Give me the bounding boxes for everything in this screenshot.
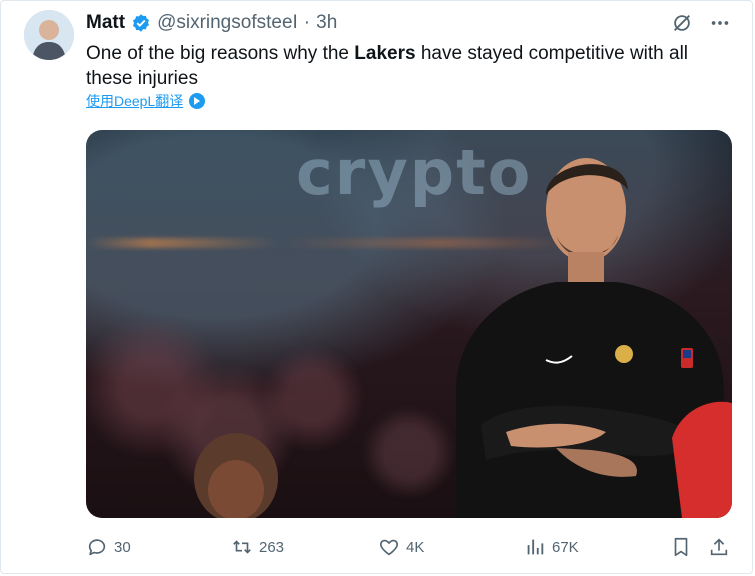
separator-dot: · xyxy=(303,12,311,33)
author-name[interactable]: Matt xyxy=(86,12,125,34)
repost-icon xyxy=(233,540,251,554)
views-button[interactable]: 67K xyxy=(524,536,579,558)
more-icon[interactable] xyxy=(709,12,731,39)
reply-count: 30 xyxy=(114,538,131,556)
author-handle[interactable]: @sixringsofsteeI xyxy=(157,12,298,34)
deepl-icon xyxy=(189,93,206,109)
post-media-image[interactable]: crypto xyxy=(86,130,732,518)
avatar[interactable] xyxy=(24,10,74,60)
post-text-before: One of the big reasons why the xyxy=(86,43,355,64)
post-top-icons xyxy=(671,12,731,39)
post-actions: 30 263 4K 67K xyxy=(86,536,736,560)
like-button[interactable]: 4K xyxy=(378,536,424,558)
share-icon xyxy=(710,538,728,556)
translate-label[interactable]: 使用DeepL翻译 xyxy=(86,91,183,111)
reply-button[interactable]: 30 xyxy=(86,536,131,558)
bookmark-button[interactable] xyxy=(670,536,692,558)
share-button[interactable] xyxy=(708,536,730,558)
post-text-bold: Lakers xyxy=(354,43,416,64)
verified-badge-icon xyxy=(131,13,151,33)
repost-count: 263 xyxy=(259,538,285,556)
like-icon xyxy=(380,539,398,556)
translate-link[interactable]: 使用DeepL翻译 xyxy=(86,91,206,111)
like-count: 4K xyxy=(406,538,425,556)
views-count: 67K xyxy=(552,538,579,556)
views-icon xyxy=(527,539,544,555)
grok-icon[interactable] xyxy=(671,12,693,39)
red-jersey-figure xyxy=(672,401,732,518)
post-text: One of the big reasons why the Lakers ha… xyxy=(86,41,726,91)
bookmark-icon xyxy=(674,537,688,557)
post-header: Matt @sixringsofsteeI · 3h xyxy=(86,12,337,34)
avatar-image xyxy=(24,10,74,60)
post-time[interactable]: 3h xyxy=(316,12,337,34)
repost-button[interactable]: 263 xyxy=(231,536,284,558)
reply-icon xyxy=(88,539,106,556)
fan-figure xyxy=(194,433,278,518)
